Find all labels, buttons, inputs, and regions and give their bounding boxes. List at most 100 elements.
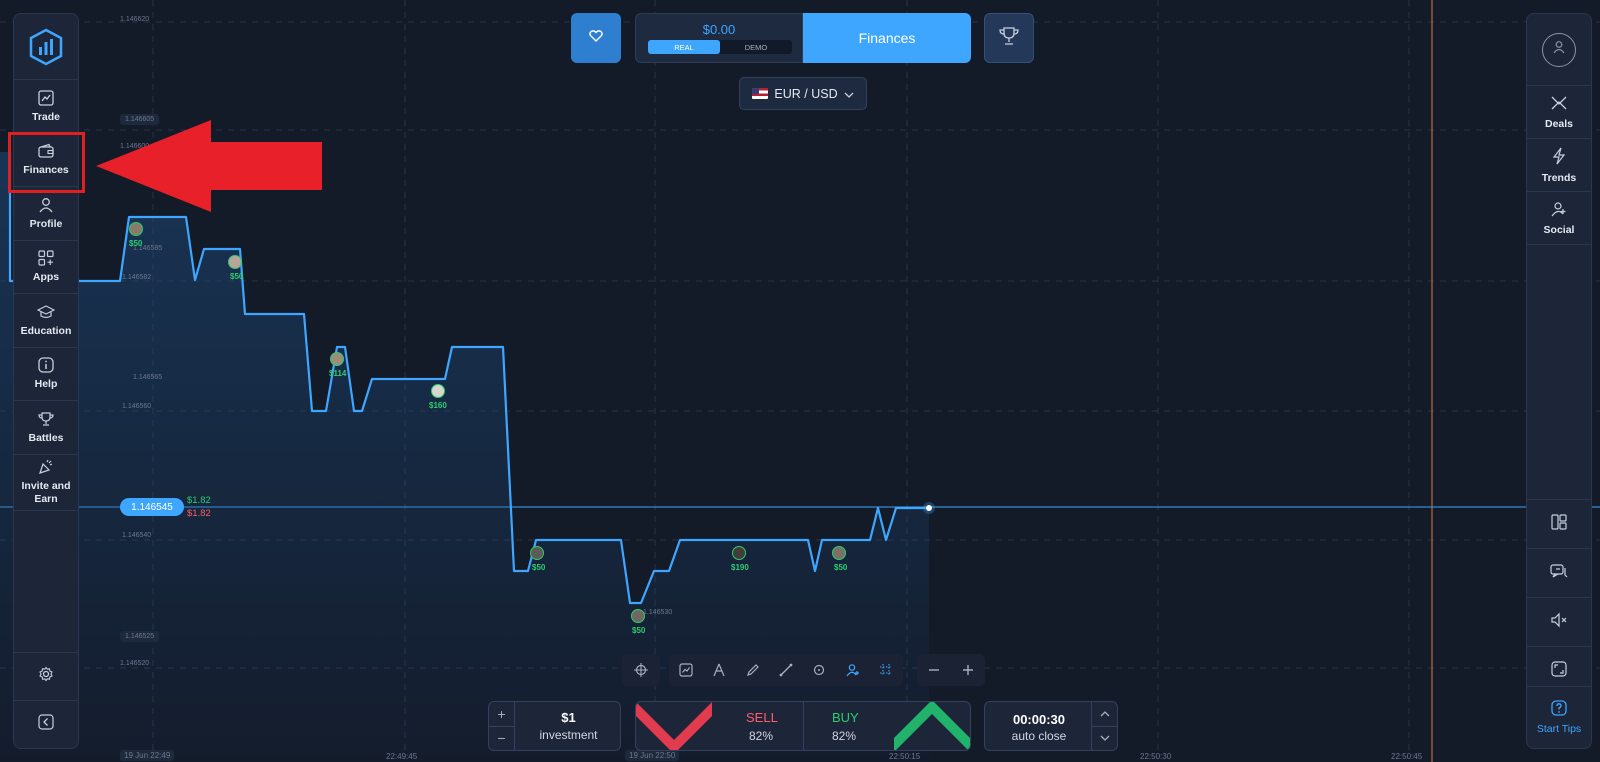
account-real-option[interactable]: REAL xyxy=(648,40,720,54)
target-icon[interactable] xyxy=(809,660,829,680)
grid-toggle-icon[interactable] xyxy=(876,660,896,680)
sidebar-item-education[interactable]: Education xyxy=(14,294,78,348)
account-demo-option[interactable]: DEMO xyxy=(720,40,792,54)
avatar[interactable] xyxy=(1542,32,1576,67)
price-chart[interactable] xyxy=(0,0,1600,762)
trade-amount: $160 xyxy=(429,401,447,410)
sidebar-item-invite[interactable]: Invite and Earn xyxy=(14,455,78,511)
asset-pair-label: EUR / USD xyxy=(774,86,838,101)
buy-payout: 82% xyxy=(832,729,857,743)
logo-icon xyxy=(29,28,63,65)
expiry-panel: 00:00:30 auto close xyxy=(984,701,1118,751)
expiry-value[interactable]: 00:00:30 xyxy=(985,712,1093,727)
logo[interactable] xyxy=(14,14,78,80)
minus-button[interactable]: − xyxy=(489,727,514,751)
fullscreen-icon xyxy=(1551,660,1567,682)
indicators-icon[interactable] xyxy=(709,660,729,680)
sidebar-item-label: Battles xyxy=(28,431,64,444)
trader-avatar[interactable] xyxy=(530,546,544,560)
expiry-label: auto close xyxy=(1011,729,1067,743)
collapse-sidebar-button[interactable] xyxy=(14,700,78,748)
investment-stepper: + − xyxy=(489,702,515,750)
trader-avatar[interactable] xyxy=(631,609,645,623)
y-label: 1.146620 xyxy=(120,16,150,23)
sell-label: SELL xyxy=(746,710,778,725)
sidebar-item-label: Social xyxy=(1543,223,1575,236)
sound-toggle-button[interactable] xyxy=(1527,597,1591,646)
sidebar-item-help[interactable]: Help xyxy=(14,348,78,401)
social-trading-icon[interactable] xyxy=(843,660,863,680)
sidebar-bottom xyxy=(14,652,78,748)
plus-button[interactable]: + xyxy=(489,702,514,727)
drawing-tools-group xyxy=(669,654,903,686)
buy-button[interactable]: BUY 82% xyxy=(804,702,970,750)
sidebar-item-trends[interactable]: Trends xyxy=(1527,139,1591,192)
sidebar-item-trade[interactable]: Trade xyxy=(14,80,78,134)
sidebar-item-profile[interactable]: Profile xyxy=(14,187,78,241)
user-icon xyxy=(37,196,55,214)
trade-amount: $50 xyxy=(129,239,143,248)
investment-value[interactable]: $1 xyxy=(515,710,622,725)
x-label: 22:50:15 xyxy=(889,752,921,761)
chevron-down-icon xyxy=(844,87,854,101)
layout-button[interactable] xyxy=(1527,499,1591,548)
price-endpoint-dot-core xyxy=(926,505,932,511)
crosshair-button[interactable] xyxy=(631,660,651,680)
sidebar-item-deals[interactable]: Deals xyxy=(1527,86,1591,139)
zoom-out-button[interactable] xyxy=(924,660,944,680)
trophy-icon xyxy=(37,410,55,428)
sidebar-item-label: Profile xyxy=(29,217,63,230)
y-label: 1.146565 xyxy=(133,374,163,381)
trader-avatar[interactable] xyxy=(129,222,143,236)
investment-panel: + − $1 investment xyxy=(488,701,621,751)
y-label: 1.146540 xyxy=(122,532,152,539)
trade-amount: $50 xyxy=(532,563,546,572)
sidebar-item-label: Help xyxy=(34,378,58,391)
user-avatar-area[interactable] xyxy=(1527,14,1591,86)
chat-button[interactable] xyxy=(1527,548,1591,597)
y-label: 1.146582 xyxy=(122,274,152,281)
user-icon xyxy=(1552,40,1566,59)
trader-avatar[interactable] xyxy=(732,546,746,560)
gear-icon xyxy=(38,666,54,687)
tournaments-button[interactable] xyxy=(984,13,1034,63)
expiry-stepper xyxy=(1091,702,1117,750)
start-tips-button[interactable]: Start Tips xyxy=(1527,686,1591,748)
sidebar-item-label: Apps xyxy=(32,271,60,284)
trader-avatar[interactable] xyxy=(832,546,846,560)
chart-icon[interactable] xyxy=(676,660,696,680)
info-icon xyxy=(37,356,55,374)
trade-amount: $50 xyxy=(834,563,848,572)
trader-avatar[interactable] xyxy=(431,384,445,398)
line-tool-icon[interactable] xyxy=(776,660,796,680)
x-label: 22:49:45 xyxy=(386,752,418,761)
buy-label: BUY xyxy=(832,710,859,725)
settings-button[interactable] xyxy=(14,652,78,700)
sidebar-item-social[interactable]: Social xyxy=(1527,192,1591,245)
pencil-icon[interactable] xyxy=(743,660,763,680)
chevron-up-icon[interactable] xyxy=(1092,702,1117,727)
zoom-in-button[interactable] xyxy=(958,660,978,680)
sidebar-item-battles[interactable]: Battles xyxy=(14,401,78,455)
trade-amount: $190 xyxy=(731,563,749,572)
chevron-down-icon[interactable] xyxy=(1092,727,1117,751)
deals-icon xyxy=(1550,95,1568,114)
balance-panel[interactable]: $0.00 REAL DEMO xyxy=(635,13,803,63)
chevron-left-icon xyxy=(38,714,54,735)
asset-pair-selector[interactable]: EUR / USD xyxy=(739,77,867,110)
favorites-button[interactable] xyxy=(571,13,621,63)
account-toggle[interactable]: REAL DEMO xyxy=(648,40,792,54)
apps-icon xyxy=(37,249,55,267)
sidebar-item-apps[interactable]: Apps xyxy=(14,241,78,294)
x-label: 19 Jun 22:49 xyxy=(120,750,175,761)
trophy-icon xyxy=(998,26,1020,51)
help-icon xyxy=(1551,700,1567,719)
trader-avatar[interactable] xyxy=(330,352,344,366)
current-price-tag: 1.146545 xyxy=(120,498,184,516)
lightning-icon xyxy=(1552,147,1566,168)
finances-button[interactable]: Finances xyxy=(803,13,971,63)
us-flag-icon xyxy=(752,88,769,99)
sell-button[interactable]: SELL 82% xyxy=(636,702,804,750)
trader-avatar[interactable] xyxy=(228,255,242,269)
sidebar-item-label: Invite and Earn xyxy=(21,480,71,505)
